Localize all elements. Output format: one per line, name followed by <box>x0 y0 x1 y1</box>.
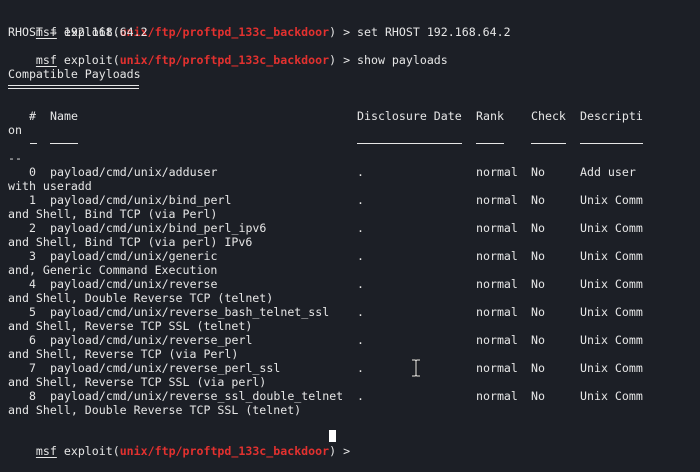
row-description: Unix Comm <box>580 305 643 319</box>
row-check: No <box>531 221 545 235</box>
row-description-wrap: with useradd <box>8 179 92 193</box>
row-description-wrap: and Shell, Reverse TCP SSL (telnet) <box>8 319 253 333</box>
row-num: 7 <box>29 361 36 375</box>
module-name: unix/ftp/proftpd_133c_backdoor <box>119 444 330 458</box>
row-disclosure-date: . <box>357 221 364 235</box>
header-description: Descripti <box>580 109 643 123</box>
row-check: No <box>531 277 545 291</box>
prompt-line-1: msf exploit(unix/ftp/proftpd_133c_backdo… <box>8 11 511 39</box>
command-text: set RHOST 192.168.64.2 <box>357 25 511 39</box>
row-rank: normal <box>476 193 518 207</box>
sep-name <box>50 143 78 144</box>
header-name: Name <box>50 109 78 123</box>
row-description: Unix Comm <box>580 193 643 207</box>
row-check: No <box>531 193 545 207</box>
row-description: Unix Comm <box>580 221 643 235</box>
row-name: payload/cmd/unix/generic <box>50 249 218 263</box>
row-name: payload/cmd/unix/reverse_bash_telnet_ssl <box>50 305 330 319</box>
row-name: payload/cmd/unix/reverse_perl_ssl <box>50 361 281 375</box>
row-rank: normal <box>476 305 518 319</box>
row-rank: normal <box>476 389 518 403</box>
row-disclosure-date: . <box>357 389 364 403</box>
exploit-suffix: ) > <box>329 444 358 458</box>
prompt-line-2: msf exploit(unix/ftp/proftpd_133c_backdo… <box>8 39 448 67</box>
sep-check <box>531 143 566 144</box>
msf-label: msf <box>35 53 57 67</box>
row-description: Unix Comm <box>580 333 643 347</box>
row-rank: normal <box>476 249 518 263</box>
exploit-suffix: ) > <box>329 53 358 67</box>
row-disclosure-date: . <box>357 193 364 207</box>
row-description-wrap: and Shell, Reverse TCP SSL (via perl) <box>8 375 267 389</box>
header-rank: Rank <box>476 109 504 123</box>
row-description: Unix Comm <box>580 249 643 263</box>
row-name: payload/cmd/unix/reverse_perl <box>50 333 253 347</box>
exploit-prefix: exploit( <box>63 53 120 67</box>
section-title-underline <box>8 85 139 89</box>
module-name: unix/ftp/proftpd_133c_backdoor <box>119 53 330 67</box>
row-check: No <box>531 249 545 263</box>
sep-description <box>580 143 643 144</box>
module-name: unix/ftp/proftpd_133c_backdoor <box>119 25 330 39</box>
row-disclosure-date: . <box>357 305 364 319</box>
row-num: 1 <box>29 193 36 207</box>
row-check: No <box>531 305 545 319</box>
command-text: show payloads <box>357 53 448 67</box>
row-disclosure-date: . <box>357 165 364 179</box>
i-beam-icon <box>412 359 420 377</box>
prompt-line-3[interactable]: msf exploit(unix/ftp/proftpd_133c_backdo… <box>8 430 357 458</box>
row-name: payload/cmd/unix/bind_perl <box>50 193 232 207</box>
row-num: 0 <box>29 165 36 179</box>
row-num: 4 <box>29 277 36 291</box>
row-num: 6 <box>29 333 36 347</box>
header-description-wrap: on <box>8 123 22 137</box>
row-rank: normal <box>476 165 518 179</box>
row-name: payload/cmd/unix/reverse_ssl_double_teln… <box>50 389 344 403</box>
row-description-wrap: and Shell, Bind TCP (via perl) IPv6 <box>8 235 253 249</box>
msf-label: msf <box>35 444 57 458</box>
sep-num <box>30 143 37 144</box>
row-rank: normal <box>476 277 518 291</box>
sep-disclosure <box>357 143 462 144</box>
row-description-wrap: and Shell, Reverse TCP (via Perl) <box>8 347 239 361</box>
exploit-prefix: exploit( <box>63 444 120 458</box>
row-name: payload/cmd/unix/reverse <box>50 277 218 291</box>
row-description: Unix Comm <box>580 361 643 375</box>
row-description-wrap: and, Generic Command Execution <box>8 263 218 277</box>
row-disclosure-date: . <box>357 249 364 263</box>
header-check: Check <box>531 109 566 123</box>
row-description-wrap: and Shell, Double Reverse TCP (telnet) <box>8 291 274 305</box>
sep-rank <box>476 143 504 144</box>
row-num: 5 <box>29 305 36 319</box>
row-disclosure-date: . <box>357 277 364 291</box>
row-rank: normal <box>476 361 518 375</box>
row-name: payload/cmd/unix/adduser <box>50 165 218 179</box>
row-description: Add user <box>580 165 636 179</box>
header-disclosure: Disclosure Date <box>357 109 462 123</box>
row-name: payload/cmd/unix/bind_perl_ipv6 <box>50 221 267 235</box>
row-check: No <box>531 165 545 179</box>
output-line: RHOST ⇒ 192.168.64.2 <box>8 25 148 39</box>
exploit-suffix: ) > <box>329 25 358 39</box>
terminal-window[interactable]: msf exploit(unix/ftp/proftpd_133c_backdo… <box>0 0 700 468</box>
row-check: No <box>531 333 545 347</box>
row-description-wrap: and Shell, Double Reverse TCP SSL (telne… <box>8 403 302 417</box>
sep-description-wrap: -- <box>8 151 22 165</box>
row-rank: normal <box>476 333 518 347</box>
row-description: Unix Comm <box>580 389 643 403</box>
row-disclosure-date: . <box>357 333 364 347</box>
row-num: 2 <box>29 221 36 235</box>
row-rank: normal <box>476 221 518 235</box>
row-check: No <box>531 389 545 403</box>
row-num: 8 <box>29 389 36 403</box>
row-disclosure-date: . <box>357 361 364 375</box>
row-description-wrap: and Shell, Bind TCP (via Perl) <box>8 207 218 221</box>
header-num: # <box>29 109 36 123</box>
row-description: Unix Comm <box>580 277 643 291</box>
row-check: No <box>531 361 545 375</box>
section-title: Compatible Payloads <box>8 67 141 81</box>
block-cursor <box>329 430 336 442</box>
row-num: 3 <box>29 249 36 263</box>
